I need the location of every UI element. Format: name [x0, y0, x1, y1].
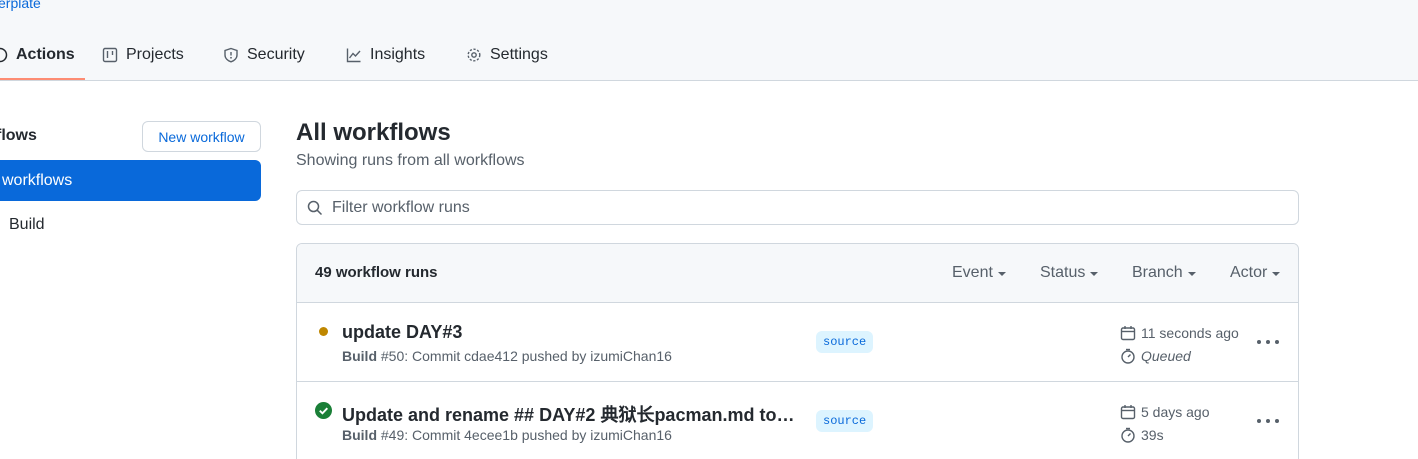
- branch-filter-dropdown[interactable]: Branch: [1132, 264, 1196, 282]
- check-circle-icon: [315, 402, 332, 419]
- repo-header: erplate Actions Projects Security Insigh…: [0, 0, 1418, 81]
- dropdown-label: Status: [1040, 264, 1086, 281]
- run-time: 5 days ago: [1120, 404, 1210, 420]
- stopwatch-icon: [1121, 427, 1135, 443]
- caret-down-icon: [1187, 272, 1196, 276]
- workflow-run-row[interactable]: Update and rename ## DAY#2 典狱长pacman.md …: [297, 382, 1298, 459]
- run-duration: 39s: [1120, 427, 1164, 443]
- calendar-icon: [1120, 405, 1136, 420]
- play-icon: [0, 47, 8, 63]
- search-icon: [307, 200, 323, 216]
- repo-name-link[interactable]: erplate: [0, 0, 41, 11]
- event-filter-dropdown[interactable]: Event: [952, 264, 1006, 282]
- run-workflow-name: Build: [342, 427, 377, 443]
- sidebar-item-all-workflows[interactable]: workflows: [0, 160, 261, 201]
- kebab-menu-icon[interactable]: [1257, 410, 1279, 432]
- runs-count: 49 workflow runs: [315, 264, 438, 281]
- status-filter-dropdown[interactable]: Status: [1040, 264, 1099, 282]
- run-duration: Queued: [1120, 348, 1191, 364]
- tab-security[interactable]: Security: [223, 44, 305, 66]
- run-title-link[interactable]: Update and rename ## DAY#2 典狱长pacman.md …: [342, 401, 802, 427]
- run-time-text: 11 seconds ago: [1141, 325, 1239, 341]
- filter-runs-field[interactable]: [296, 190, 1299, 225]
- sidebar-title: flows: [0, 127, 37, 144]
- run-duration-text: Queued: [1141, 348, 1191, 364]
- shield-icon: [224, 47, 238, 63]
- tab-label: Actions: [16, 46, 75, 63]
- run-meta: Build #49: Commit 4ecee1b pushed by izum…: [342, 427, 672, 443]
- tab-label: Projects: [126, 46, 184, 63]
- run-time-text: 5 days ago: [1141, 404, 1210, 420]
- sidebar-item-build[interactable]: Build: [9, 216, 45, 234]
- new-workflow-button[interactable]: New workflow: [142, 121, 261, 152]
- tab-label: Security: [247, 46, 305, 63]
- tab-settings[interactable]: Settings: [466, 44, 548, 66]
- tab-label: Settings: [490, 46, 548, 63]
- tab-actions[interactable]: Actions: [0, 44, 75, 66]
- run-duration-text: 39s: [1141, 427, 1164, 443]
- branch-label[interactable]: source: [816, 410, 874, 432]
- run-meta: Build #50: Commit cdae412 pushed by izum…: [342, 348, 672, 364]
- tab-projects[interactable]: Projects: [102, 44, 184, 66]
- page-title: All workflows: [296, 119, 451, 146]
- calendar-icon: [1120, 326, 1136, 341]
- run-workflow-name: Build: [342, 348, 377, 364]
- caret-down-icon: [1272, 272, 1281, 276]
- runs-header: 49 workflow runs Event Status Branch Act…: [297, 244, 1298, 303]
- workflow-run-row[interactable]: update DAY#3 Build #50: Commit cdae412 p…: [297, 303, 1298, 382]
- page-subtitle: Showing runs from all workflows: [296, 152, 525, 169]
- actor-filter-dropdown[interactable]: Actor: [1230, 264, 1281, 282]
- run-commit-info: #50: Commit cdae412 pushed by izumiChan1…: [380, 348, 672, 364]
- run-commit-info: #49: Commit 4ecee1b pushed by izumiChan1…: [380, 427, 672, 443]
- kebab-menu-icon[interactable]: [1257, 331, 1279, 353]
- sidebar-item-label: workflows: [2, 171, 73, 189]
- graph-icon: [346, 48, 361, 63]
- gear-icon: [467, 48, 481, 62]
- dropdown-label: Event: [952, 264, 993, 281]
- dropdown-label: Branch: [1132, 264, 1183, 281]
- dropdown-label: Actor: [1230, 264, 1268, 281]
- caret-down-icon: [997, 272, 1006, 276]
- filter-runs-input[interactable]: [332, 198, 1232, 217]
- active-tab-underline: [0, 78, 85, 80]
- run-time: 11 seconds ago: [1120, 325, 1239, 341]
- tab-insights[interactable]: Insights: [346, 44, 425, 66]
- run-title-link[interactable]: update DAY#3: [342, 322, 802, 343]
- branch-label[interactable]: source: [816, 331, 874, 353]
- stopwatch-icon: [1121, 348, 1135, 364]
- table-icon: [102, 47, 118, 63]
- tab-label: Insights: [370, 46, 426, 63]
- caret-down-icon: [1090, 272, 1099, 276]
- workflow-runs-box: 49 workflow runs Event Status Branch Act…: [296, 243, 1299, 459]
- queued-status-icon: [319, 327, 328, 336]
